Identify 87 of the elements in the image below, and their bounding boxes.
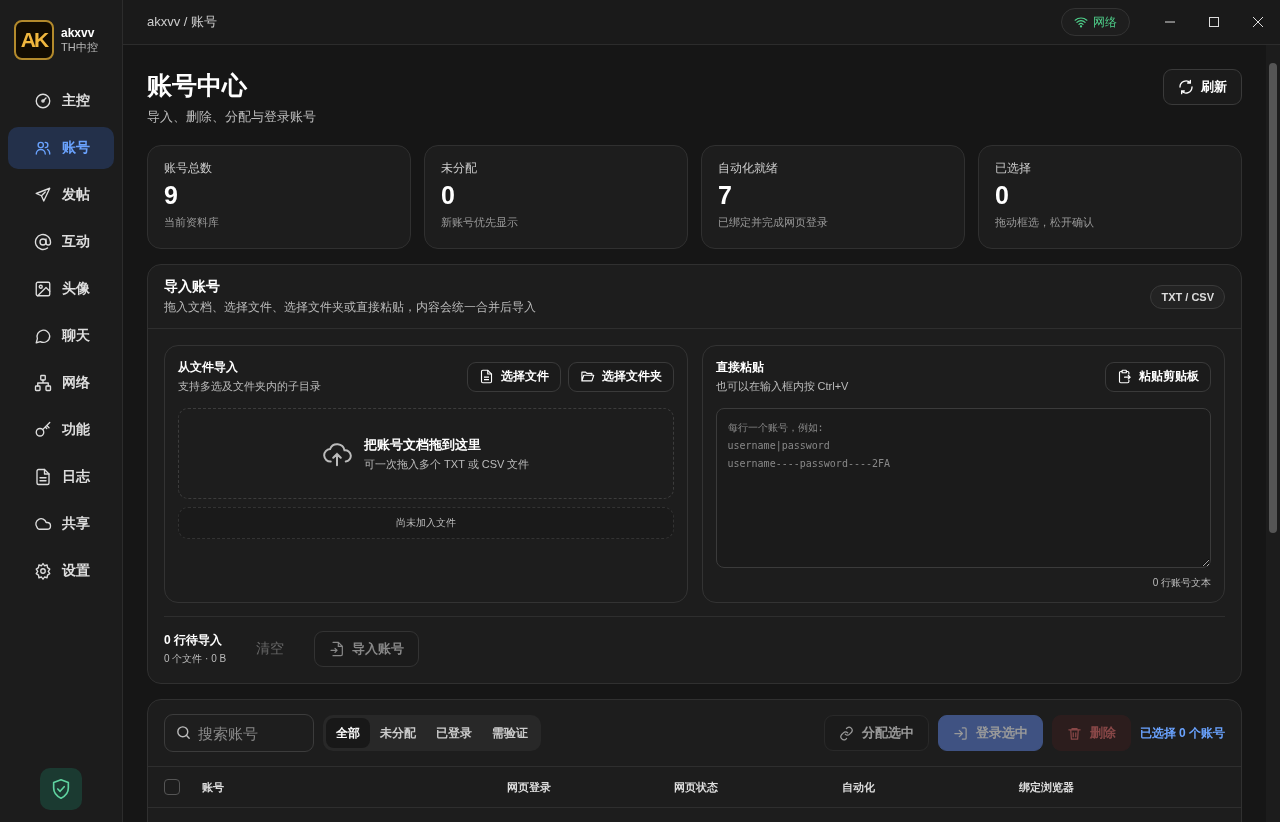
sidebar-item[interactable]: 聊天 [8, 315, 114, 357]
sidebar-item[interactable]: 头像 [8, 268, 114, 310]
filter-tab[interactable]: 未分配 [370, 718, 426, 748]
page-subtitle: 导入、删除、分配与登录账号 [147, 108, 316, 126]
cloud-icon [34, 515, 52, 533]
at-sign-icon [34, 233, 52, 251]
image-icon [34, 280, 52, 298]
column-header: 网页状态 [674, 779, 719, 795]
filter-tab[interactable]: 全部 [326, 718, 370, 748]
column-header: 绑定浏览器 [1019, 779, 1074, 795]
stat-value: 9 [164, 181, 178, 210]
stat-note: 当前资料库 [164, 215, 219, 230]
select-all-checkbox[interactable] [164, 779, 180, 795]
gear-icon [34, 562, 52, 580]
sidebar-item[interactable]: 功能 [8, 409, 114, 451]
send-icon [34, 186, 52, 204]
drop-title: 把账号文档拖到这里 [364, 435, 483, 454]
sidebar-item[interactable]: 账号 [8, 127, 114, 169]
choose-file-button[interactable]: 选择文件 [466, 361, 561, 392]
stat-note: 拖动框选，松开确认 [995, 215, 1094, 230]
stat-value: 7 [718, 181, 732, 210]
shield-check-icon [50, 778, 72, 800]
app-name: akxvv [61, 25, 96, 40]
choose-folder-button[interactable]: 选择文件夹 [567, 361, 674, 392]
paste-clipboard-button[interactable]: 粘贴剪贴板 [1105, 361, 1211, 392]
sidebar-item[interactable]: 设置 [8, 550, 114, 592]
document-icon [34, 468, 52, 486]
column-header: 网页登录 [507, 779, 552, 795]
maximize-icon[interactable] [1208, 16, 1220, 28]
paste-text-area[interactable]: 每行一个账号，例如: username|password username----password----2FA [715, 408, 1211, 568]
breadcrumb: akxvv / 账号 [147, 13, 218, 31]
filter-tab[interactable]: 需验证 [482, 718, 538, 748]
shield-check-button[interactable] [40, 768, 82, 810]
filter-tab[interactable]: 已登录 [426, 718, 482, 748]
link-icon [838, 725, 854, 741]
wifi-icon [1074, 15, 1088, 29]
pending-count: 0 行待导入 [164, 632, 223, 649]
stat-label: 账号总数 [164, 160, 212, 177]
empty-file-list-text: 尚未加入文件 [395, 516, 456, 530]
close-icon[interactable] [1252, 16, 1264, 28]
file-import-icon [329, 641, 346, 657]
chat-bubble-icon [34, 327, 52, 345]
stat-note: 新账号优先显示 [441, 215, 518, 230]
panel-subtitle: 也可以在输入框内按 Ctrl+V [715, 379, 849, 394]
sidebar-item[interactable]: 主控 [8, 80, 114, 122]
network-button[interactable]: 网络 [1061, 8, 1130, 36]
gauge-icon [34, 92, 52, 110]
stat-value: 0 [441, 181, 455, 210]
network-icon [34, 374, 52, 392]
stat-note: 已绑定并完成网页登录 [718, 215, 828, 230]
key-icon [34, 421, 52, 439]
format-badge: TXT / CSV [1150, 285, 1225, 309]
document-icon [478, 369, 494, 384]
sidebar-item[interactable]: 网络 [8, 362, 114, 404]
column-header: 账号 [202, 779, 225, 795]
scrollbar[interactable] [1266, 45, 1280, 822]
folder-icon [579, 369, 595, 384]
refresh-button[interactable]: 刷新 [1163, 69, 1242, 105]
trash-icon [1066, 725, 1082, 741]
app-subtitle: TH中控 [61, 39, 98, 55]
sidebar-item[interactable]: 发帖 [8, 174, 114, 216]
panel-subtitle: 支持多选及文件夹内的子目录 [178, 379, 321, 394]
refresh-icon [1178, 79, 1194, 95]
login-icon [952, 725, 968, 741]
panel-title: 直接粘贴 [715, 359, 765, 376]
line-count: 0 行账号文本 [1152, 576, 1211, 590]
sidebar-item[interactable]: 日志 [8, 456, 114, 498]
file-summary: 0 个文件 · 0 B [164, 652, 227, 666]
stat-label: 自动化就绪 [718, 160, 778, 177]
column-header: 自动化 [842, 779, 876, 795]
selection-count: 已选择 0 个账号 [1139, 724, 1225, 742]
sidebar-item[interactable]: 共享 [8, 503, 114, 545]
search-icon [175, 724, 192, 741]
stat-value: 0 [995, 181, 1009, 210]
app-logo: AK [14, 20, 54, 60]
users-icon [34, 139, 52, 157]
sidebar-item[interactable]: 互动 [8, 221, 114, 263]
clipboard-icon [1117, 369, 1132, 384]
page-title: 账号中心 [147, 70, 248, 101]
section-subtitle: 拖入文档、选择文件、选择文件夹或直接粘贴，内容会统一合并后导入 [164, 299, 536, 316]
section-title: 导入账号 [164, 278, 221, 296]
search-field[interactable]: 搜索账号 [164, 714, 314, 752]
panel-title: 从文件导入 [178, 359, 239, 376]
stat-label: 已选择 [995, 160, 1031, 177]
drop-hint: 可一次拖入多个 TXT 或 CSV 文件 [364, 456, 530, 472]
stat-label: 未分配 [441, 160, 477, 177]
drop-zone[interactable]: 把账号文档拖到这里 可一次拖入多个 TXT 或 CSV 文件 [178, 408, 674, 499]
